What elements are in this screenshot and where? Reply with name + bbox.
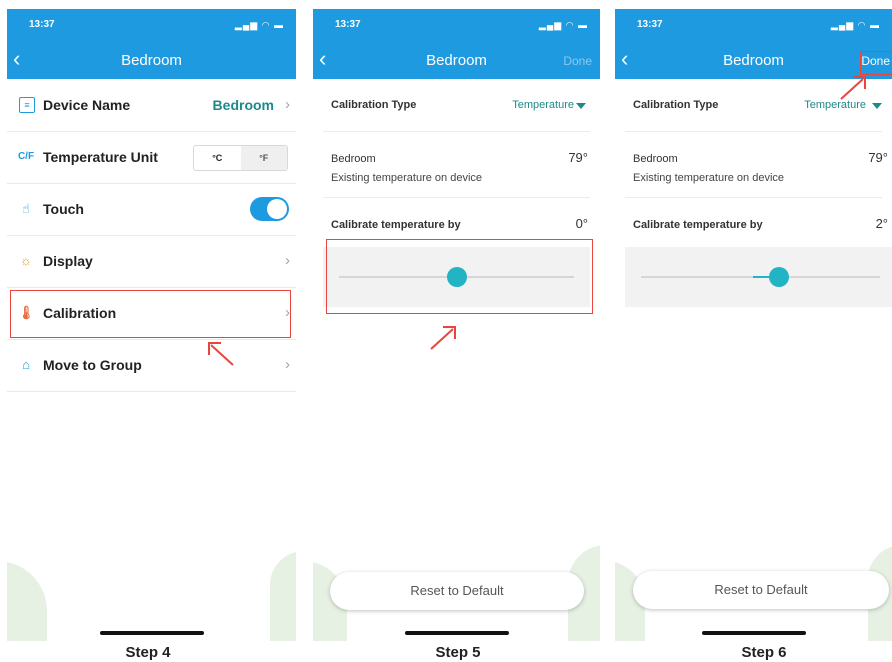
caption-step-4: Step 4 [125,644,171,661]
row-device-name[interactable]: ≡ Device Name Bedroom › [7,79,296,132]
home-indicator [404,631,509,635]
signal-wifi-battery-icon: ▂▄▆ ◠ ▬ [234,20,284,30]
calibration-highlight-box [10,290,291,338]
nav-title: Bedroom [121,52,182,69]
row-label: Display [43,253,93,269]
room-temperature: 79° [868,150,888,165]
status-bar: 13:37 ▂▄▆ ◠ ▬ [313,9,600,43]
row-label: Temperature Unit [43,149,158,165]
slider-highlight-box [326,239,593,314]
calibrate-value: 0° [575,216,588,231]
row-label: Move to Group [43,357,142,373]
display-icon: ☼ [20,253,32,268]
dropdown-caret-icon [872,103,882,109]
row-label: Touch [43,201,84,217]
divider [323,197,590,198]
slider-knob[interactable] [769,267,789,287]
room-temperature: 79° [568,150,588,165]
signal-wifi-battery-icon: ▂▄▆ ◠ ▬ [538,20,588,30]
chevron-right-icon: › [285,356,290,373]
caption-step-5: Step 5 [435,644,481,661]
leaf-decoration [270,551,296,641]
reset-to-default-button[interactable]: Reset to Default [633,571,889,609]
status-bar: 13:37 ▂▄▆ ◠ ▬ [7,9,296,43]
status-bar: 13:37 ▂▄▆ ◠ ▬ [615,9,892,43]
status-time: 13:37 [335,19,361,30]
touch-icon: ☝ [22,201,30,216]
chevron-right-icon: › [285,252,290,269]
signal-wifi-battery-icon: ▂▄▆ ◠ ▬ [830,20,880,30]
chevron-right-icon: › [285,96,290,113]
calibration-type-dropdown[interactable]: Temperature [512,99,574,111]
phone-step-5: 13:37 ▂▄▆ ◠ ▬ ‹ Bedroom Done Calibration… [313,9,600,641]
room-name: Bedroom [633,153,678,165]
row-move-to-group[interactable]: ⌂ Move to Group › [7,339,296,392]
touch-toggle[interactable] [250,197,289,221]
divider [323,131,590,132]
status-time: 13:37 [637,19,663,30]
divider [625,197,882,198]
calibration-type-row[interactable]: Calibration Type Temperature [313,79,600,131]
home-indicator [99,631,204,635]
row-display[interactable]: ☼ Display › [7,235,296,288]
home-indicator [701,631,806,635]
caption-step-6: Step 6 [741,644,787,661]
device-name-icon: ≡ [19,97,35,113]
fahrenheit-option[interactable]: °F [240,146,287,170]
navbar: ‹ Bedroom Done [313,43,600,79]
row-label: Device Name [43,97,131,113]
calibrate-value: 2° [875,216,888,231]
divider [625,131,882,132]
celsius-option[interactable]: °C [194,146,241,170]
calibration-slider[interactable] [625,247,892,307]
pointer-arrow-icon [430,326,456,350]
status-time: 13:37 [29,19,55,30]
room-name: Bedroom [331,153,376,165]
dropdown-caret-icon [576,103,586,109]
temperature-unit-icon: C/F [17,151,35,162]
nav-title: Bedroom [426,52,487,69]
leaf-decoration [7,561,47,641]
pointer-arrow-icon [840,76,866,100]
row-temperature-unit: C/F Temperature Unit °C °F [7,131,296,184]
unit-segmented-control[interactable]: °C °F [193,145,288,171]
phone-step-4: 13:37 ▂▄▆ ◠ ▬ ‹ Bedroom ≡ Device Name Be… [7,9,296,641]
nav-title: Bedroom [723,52,784,69]
navbar: ‹ Bedroom [7,43,296,79]
row-touch: ☝ Touch [7,183,296,236]
calibrate-label: Calibrate temperature by [633,219,763,231]
existing-temperature-label: Existing temperature on device [633,172,785,184]
existing-temperature-label: Existing temperature on device [331,172,483,184]
calibration-type-label: Calibration Type [633,99,719,111]
device-name-value: Bedroom [212,97,274,113]
calibration-type-label: Calibration Type [331,99,417,111]
calibrate-label: Calibrate temperature by [331,219,461,231]
phone-step-6: 13:37 ▂▄▆ ◠ ▬ ‹ Bedroom Done Calibration… [615,9,892,641]
group-icon: ⌂ [22,357,30,372]
pointer-arrow-icon [208,342,234,366]
done-button[interactable]: Done [563,54,592,68]
reset-to-default-button[interactable]: Reset to Default [330,572,584,610]
